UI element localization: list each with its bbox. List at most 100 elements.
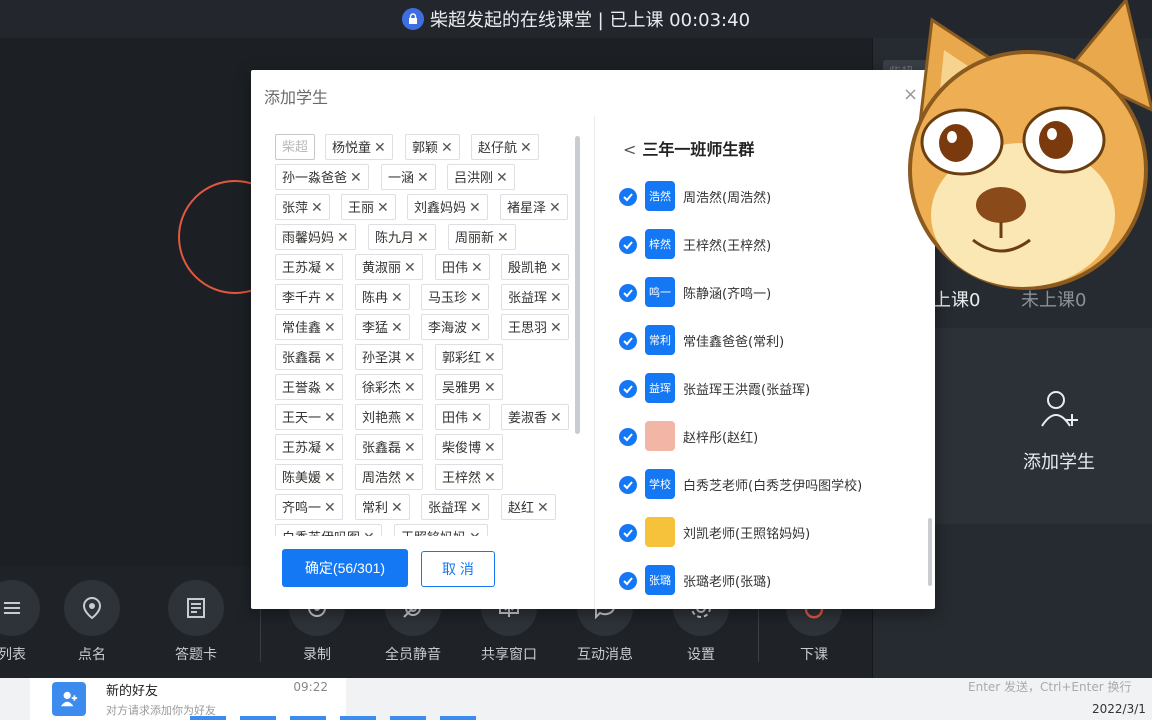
student-tag[interactable]: 常佳鑫 ✕ [275,314,343,340]
student-tag[interactable]: 郭彩红 ✕ [435,344,503,370]
remove-tag-icon[interactable]: ✕ [417,170,429,186]
check-icon[interactable] [619,572,637,590]
group-member-row[interactable]: 梓然 王梓然(王梓然) [617,229,917,261]
student-tag[interactable]: 陈九月 ✕ [368,224,436,250]
student-tag[interactable]: 白秀芝伊吗图✕ [275,524,382,536]
student-tag[interactable]: 张益珲 ✕ [501,284,569,310]
student-tag[interactable]: 王丽 ✕ [341,194,396,220]
student-tag[interactable]: 雨馨妈妈 ✕ [275,224,356,250]
remove-tag-icon[interactable]: ✕ [324,500,336,516]
roll-call-button[interactable]: 点名 [52,580,132,664]
remove-tag-icon[interactable]: ✕ [404,380,416,396]
student-tag[interactable]: 吕洪刚 ✕ [447,164,515,190]
remove-tag-icon[interactable]: ✕ [404,410,416,426]
remove-tag-icon[interactable]: ✕ [391,320,403,336]
remove-tag-icon[interactable]: ✕ [520,140,532,156]
remove-tag-icon[interactable]: ✕ [363,530,375,536]
group-member-row[interactable]: 浩然 周浩然(周浩然) [617,181,917,213]
remove-tag-icon[interactable]: ✕ [484,380,496,396]
group-member-row[interactable]: 鸣一 陈静涵(齐鸣一) [617,277,917,309]
student-tag[interactable]: 张鑫磊 ✕ [275,344,343,370]
student-tag[interactable]: 殷凯艳 ✕ [501,254,569,280]
remove-tag-icon[interactable]: ✕ [550,410,562,426]
student-tag[interactable]: 王誉淼 ✕ [275,374,343,400]
student-tag[interactable]: 常利 ✕ [355,494,410,520]
group-member-row[interactable]: 赵梓彤(赵红) [617,421,917,453]
remove-tag-icon[interactable]: ✕ [404,350,416,366]
student-tag[interactable]: 李猛 ✕ [355,314,410,340]
group-member-row[interactable]: 学校 白秀芝老师(白秀芝伊吗图学校) [617,469,917,501]
student-tag[interactable]: 王梓然 ✕ [435,464,503,490]
remove-tag-icon[interactable]: ✕ [324,380,336,396]
check-icon[interactable] [619,188,637,206]
student-tag[interactable]: 田伟 ✕ [435,404,490,430]
check-icon[interactable] [619,428,637,446]
student-tag[interactable]: 田伟 ✕ [435,254,490,280]
remove-tag-icon[interactable]: ✕ [404,470,416,486]
group-member-row[interactable]: 常利 常佳鑫爸爸(常利) [617,325,917,357]
remove-tag-icon[interactable]: ✕ [404,260,416,276]
remove-tag-icon[interactable]: ✕ [324,410,336,426]
student-tag[interactable]: 徐彩杰 ✕ [355,374,423,400]
student-tag[interactable]: 杨悦童 ✕ [325,134,393,160]
check-icon[interactable] [619,380,637,398]
remove-tag-icon[interactable]: ✕ [497,230,509,246]
remove-tag-icon[interactable]: ✕ [484,470,496,486]
student-tag[interactable]: 王思羽 ✕ [501,314,569,340]
student-tag[interactable]: 王苏凝 ✕ [275,434,343,460]
check-icon[interactable] [619,332,637,350]
student-tag[interactable]: 柴俊博 ✕ [435,434,503,460]
student-tag[interactable]: 赵红 ✕ [501,494,556,520]
student-tag[interactable]: 刘艳燕 ✕ [355,404,423,430]
student-tag[interactable]: 马玉珍 ✕ [421,284,489,310]
remove-tag-icon[interactable]: ✕ [311,200,323,216]
remove-tag-icon[interactable]: ✕ [550,320,562,336]
student-tag[interactable]: 姜淑香 ✕ [501,404,569,430]
new-friend-chat[interactable]: 新的好友 09:22 对方请求添加你为好友 [30,678,346,720]
remove-tag-icon[interactable]: ✕ [469,530,481,536]
group-member-row[interactable]: 张璐 张璐老师(张璐) [617,565,917,597]
check-icon[interactable] [619,524,637,542]
student-tag[interactable]: 孙一淼爸爸 ✕ [275,164,369,190]
student-tag[interactable]: 周丽新 ✕ [448,224,516,250]
student-tag[interactable]: 王天一 ✕ [275,404,343,430]
remove-tag-icon[interactable]: ✕ [484,350,496,366]
student-tag[interactable]: 王照铭妈妈✕ [394,524,488,536]
remove-tag-icon[interactable]: ✕ [324,290,336,306]
left-scrollbar[interactable] [575,136,580,434]
student-tag[interactable]: 张鑫磊 ✕ [355,434,423,460]
student-tag[interactable]: 褚星泽 ✕ [500,194,568,220]
remove-tag-icon[interactable]: ✕ [324,440,336,456]
remove-tag-icon[interactable]: ✕ [496,170,508,186]
student-tag[interactable]: 张益珲 ✕ [421,494,489,520]
remove-tag-icon[interactable]: ✕ [391,500,403,516]
remove-tag-icon[interactable]: ✕ [470,290,482,306]
student-tag[interactable]: 吴雅男 ✕ [435,374,503,400]
remove-tag-icon[interactable]: ✕ [324,320,336,336]
remove-tag-icon[interactable]: ✕ [391,290,403,306]
remove-tag-icon[interactable]: ✕ [537,500,549,516]
back-chevron-icon[interactable]: < [623,140,636,159]
remove-tag-icon[interactable]: ✕ [404,440,416,456]
group-member-row[interactable]: 益珲 张益珲王洪霞(张益珲) [617,373,917,405]
remove-tag-icon[interactable]: ✕ [471,410,483,426]
student-tag[interactable]: 赵仔航 ✕ [471,134,539,160]
check-icon[interactable] [619,236,637,254]
check-icon[interactable] [619,476,637,494]
confirm-button[interactable]: 确定(56/301) [282,549,408,587]
student-tag[interactable]: 李海波 ✕ [421,314,489,340]
add-student-card[interactable]: 添加学生 [933,328,1152,524]
student-tag[interactable]: 陈美媛 ✕ [275,464,343,490]
group-member-row[interactable]: 刘凯老师(王照铭妈妈) [617,517,917,549]
cancel-button[interactable]: 取 消 [421,551,495,587]
student-tag[interactable]: 陈冉 ✕ [355,284,410,310]
student-tag[interactable]: 张萍 ✕ [275,194,330,220]
remove-tag-icon[interactable]: ✕ [471,260,483,276]
remove-tag-icon[interactable]: ✕ [550,290,562,306]
remove-tag-icon[interactable]: ✕ [337,230,349,246]
remove-tag-icon[interactable]: ✕ [324,350,336,366]
group-header[interactable]: < 三年一班师生群 [623,136,754,160]
remove-tag-icon[interactable]: ✕ [470,320,482,336]
right-scrollbar[interactable] [928,518,932,586]
student-tag[interactable]: 一涵 ✕ [381,164,436,190]
